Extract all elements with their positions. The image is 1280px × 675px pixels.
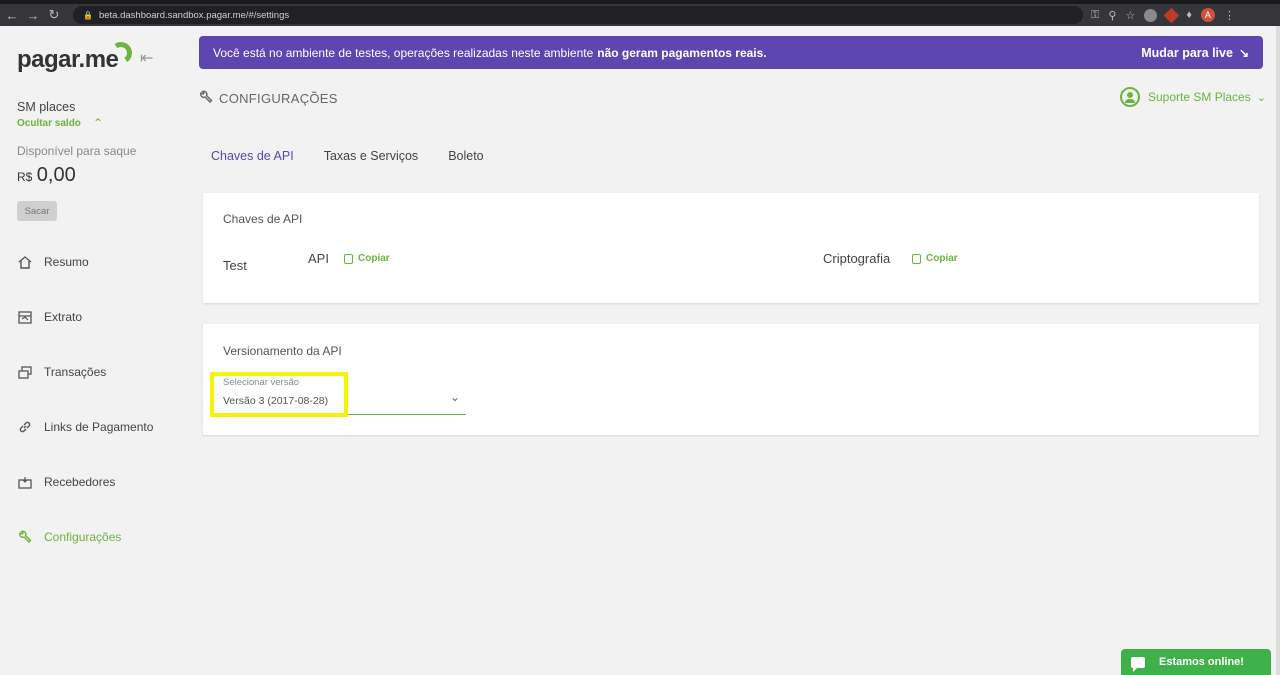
transactions-icon	[17, 365, 32, 379]
banner-strong-text: não geram pagamentos reais.	[597, 45, 767, 60]
browser-toolbar: ← → ↻ 🔒 beta.dashboard.sandbox.pagar.me/…	[0, 4, 1280, 26]
sidebar: pagar.me ⇤ SM places Ocultar saldo ⌃ Dis…	[0, 26, 185, 675]
hide-balance-link[interactable]: Ocultar saldo	[17, 118, 81, 129]
recipients-icon	[17, 475, 32, 489]
api-keys-title: Chaves de API	[223, 212, 303, 226]
scrollbar-track[interactable]	[1276, 26, 1280, 675]
copy-label: Copiar	[926, 253, 958, 264]
statement-icon	[17, 310, 32, 324]
chat-bubble-icon	[1131, 656, 1145, 672]
copy-icon	[344, 253, 353, 264]
tab-taxas-e-servicos[interactable]: Taxas e Serviços	[324, 149, 418, 163]
extension-icon[interactable]	[1144, 8, 1158, 22]
support-menu[interactable]: Suporte SM Places ⌄	[1120, 87, 1266, 107]
sidebar-item-links[interactable]: Links de Pagamento	[17, 420, 153, 434]
api-versioning-card: Versionamento da API Selecionar versão V…	[203, 324, 1259, 435]
sidebar-item-label: Extrato	[44, 310, 83, 324]
sidebar-item-extrato[interactable]: Extrato	[17, 310, 82, 324]
reload-icon[interactable]: ↻	[45, 6, 63, 24]
page-title: CONFIGURAÇÕES	[199, 90, 338, 107]
tab-chaves-de-api[interactable]: Chaves de API	[211, 149, 294, 163]
copy-label: Copiar	[358, 253, 390, 264]
version-select[interactable]: Selecionar versão Versão 3 (2017-08-28) …	[223, 374, 466, 415]
wrench-icon	[17, 530, 32, 544]
balance: R$ 0,00	[17, 164, 76, 187]
address-bar[interactable]: 🔒 beta.dashboard.sandbox.pagar.me/#/sett…	[73, 6, 1083, 24]
copy-crypto-key-button[interactable]: Copiar	[912, 253, 958, 264]
copy-icon	[912, 253, 921, 264]
chevron-up-icon[interactable]: ⌃	[93, 116, 103, 130]
wrench-icon	[199, 90, 213, 107]
chevron-down-icon: ⌄	[1256, 91, 1266, 104]
collapse-sidebar-icon[interactable]: ⇤	[140, 48, 153, 68]
api-key-label: API	[308, 251, 329, 266]
chat-widget[interactable]: Estamos online!	[1121, 649, 1271, 675]
sidebar-item-configuracoes[interactable]: Configurações	[17, 530, 121, 544]
chevron-down-icon: ⌄	[449, 390, 460, 404]
sidebar-item-recebedores[interactable]: Recebedores	[17, 475, 115, 489]
version-select-label: Selecionar versão	[223, 377, 300, 388]
currency: R$	[17, 170, 33, 184]
version-select-value: Versão 3 (2017-08-28)	[223, 395, 329, 407]
back-icon[interactable]: ←	[3, 6, 21, 24]
sidebar-item-label: Recebedores	[44, 475, 116, 489]
switch-to-live-label: Mudar para live	[1141, 45, 1233, 60]
home-icon	[17, 255, 32, 269]
test-environment-banner: Você está no ambiente de testes, operaçõ…	[199, 36, 1263, 69]
pagarme-logo[interactable]: pagar.me	[17, 46, 119, 74]
user-circle-icon	[1120, 87, 1140, 107]
versioning-title: Versionamento da API	[223, 344, 342, 358]
sidebar-item-transacoes[interactable]: Transações	[17, 365, 106, 379]
sidebar-item-label: Configurações	[44, 530, 122, 544]
sidebar-item-label: Links de Pagamento	[44, 420, 154, 434]
sidebar-item-label: Resumo	[44, 255, 89, 269]
balance-amount: 0,00	[36, 164, 76, 186]
environment-label: Test	[223, 258, 247, 273]
menu-icon[interactable]: ⋮	[1224, 9, 1235, 22]
banner-text: Você está no ambiente de testes, operaçõ…	[213, 45, 594, 60]
sidebar-item-resumo[interactable]: Resumo	[17, 255, 89, 269]
page-title-text: CONFIGURAÇÕES	[219, 91, 338, 106]
copy-api-key-button[interactable]: Copiar	[344, 253, 390, 264]
chat-label: Estamos online!	[1159, 656, 1244, 668]
forward-icon[interactable]: →	[24, 6, 42, 24]
lock-icon: 🔒	[83, 10, 93, 20]
api-keys-card: Chaves de API Test API Copiar Criptograf…	[203, 193, 1259, 303]
sidebar-item-label: Transações	[44, 365, 107, 379]
tab-boleto[interactable]: Boleto	[448, 149, 483, 163]
switch-to-live-button[interactable]: Mudar para live ↘	[1141, 46, 1249, 60]
puzzle-icon[interactable]: ♦	[1186, 9, 1192, 21]
link-icon	[17, 420, 32, 434]
arrow-down-right-icon: ↘	[1238, 45, 1249, 60]
withdraw-button[interactable]: Sacar	[17, 201, 57, 221]
key-icon[interactable]: ⚿	[1091, 9, 1099, 22]
settings-tabs: Chaves de API Taxas e Serviços Boleto	[211, 149, 514, 163]
crypto-key-label: Criptografia	[823, 251, 891, 266]
available-label: Disponível para saque	[17, 144, 137, 158]
account-name: SM places	[17, 100, 76, 114]
extension-red-icon[interactable]	[1164, 7, 1180, 23]
zoom-icon[interactable]: ⚲	[1108, 9, 1116, 22]
star-icon[interactable]: ☆	[1125, 9, 1135, 22]
url-text: beta.dashboard.sandbox.pagar.me/#/settin…	[98, 9, 290, 21]
profile-avatar[interactable]: A	[1200, 8, 1215, 22]
support-label: Suporte SM Places	[1148, 90, 1251, 104]
